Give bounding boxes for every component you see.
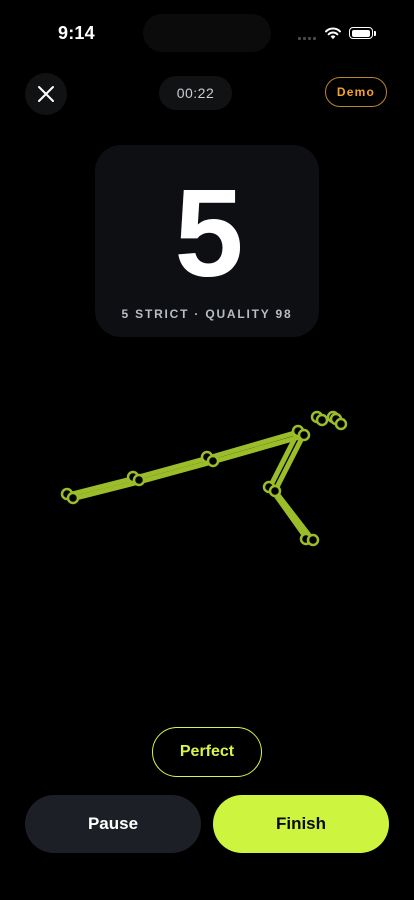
rep-count: 5 <box>174 165 244 303</box>
form-feedback-badge: Perfect <box>152 727 262 777</box>
dynamic-island <box>143 14 271 52</box>
demo-mode-badge[interactable]: Demo <box>325 77 387 107</box>
rep-quality-summary: 5 STRICT · QUALITY 98 <box>121 307 293 321</box>
skeleton-joint <box>334 417 348 431</box>
close-icon <box>38 86 54 102</box>
skeleton-joint <box>268 484 282 498</box>
finish-button[interactable]: Finish <box>213 795 389 853</box>
status-bar: 9:14 <box>0 0 414 64</box>
cellular-signal-icon <box>298 34 318 40</box>
wifi-icon <box>325 27 341 40</box>
skeleton-joint <box>306 533 320 547</box>
skeleton-joint <box>132 473 146 487</box>
skeleton-joint <box>206 454 220 468</box>
skeleton-joint <box>297 428 311 442</box>
skeleton-joint <box>66 491 80 505</box>
pause-button[interactable]: Pause <box>25 795 201 853</box>
close-button[interactable] <box>25 73 67 115</box>
battery-cap <box>374 31 376 36</box>
rep-counter-card: 5 5 STRICT · QUALITY 98 <box>95 145 319 337</box>
status-time: 9:14 <box>58 23 95 43</box>
battery-icon <box>349 27 373 39</box>
skeleton-joint <box>315 413 329 427</box>
workout-timer: 00:22 <box>159 76 232 110</box>
pose-skeleton-overlay <box>60 410 348 547</box>
skeleton-bone <box>272 488 315 542</box>
